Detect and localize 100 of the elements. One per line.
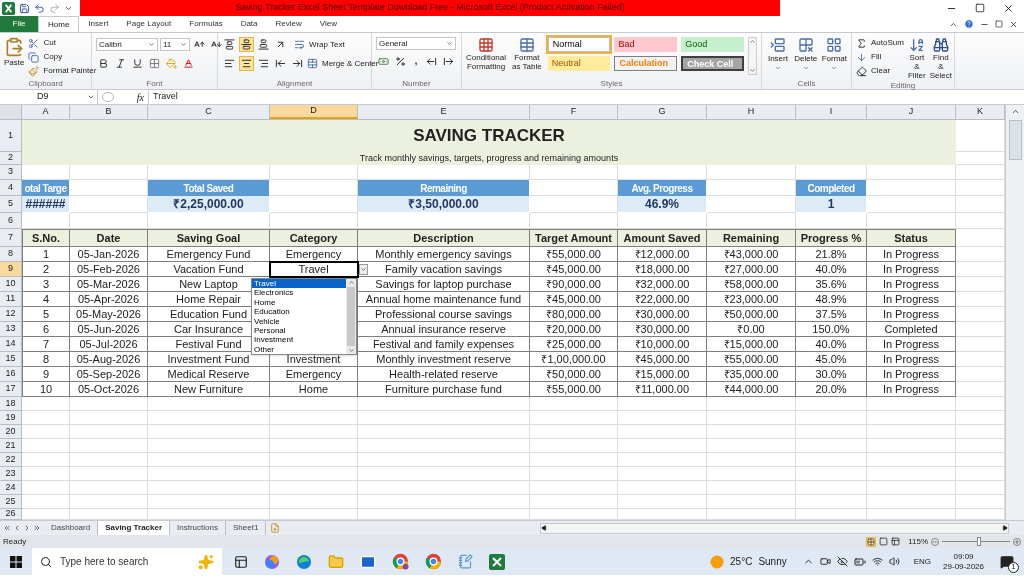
comma-style-button[interactable]: , — [410, 54, 422, 69]
paste-button[interactable]: Paste — [4, 37, 25, 78]
ribbon-tab[interactable]: Data — [231, 16, 267, 32]
column-header[interactable]: A — [22, 105, 70, 119]
column-header[interactable]: H — [707, 105, 796, 119]
spreadsheet-logo[interactable] — [2, 1, 15, 15]
eye-off-icon[interactable] — [836, 556, 848, 567]
row-number[interactable]: 1 — [0, 120, 22, 152]
number-format-field[interactable]: General — [376, 37, 456, 50]
next-sheet-icon[interactable] — [23, 524, 31, 532]
find-select-button[interactable]: Find & Select — [929, 37, 952, 80]
fill-color-button[interactable] — [164, 56, 179, 71]
battery-icon[interactable] — [853, 555, 866, 568]
cell-style-option[interactable]: Good — [681, 37, 744, 52]
row-number[interactable]: 21 — [0, 439, 22, 453]
dropdown-option[interactable]: Home — [252, 297, 346, 308]
row-number[interactable]: 7 — [0, 229, 22, 247]
page-break-view-icon[interactable] — [891, 537, 901, 546]
row-number[interactable]: 4 — [0, 180, 22, 196]
previous-sheet-icon[interactable] — [13, 524, 21, 532]
row-number[interactable]: 8 — [0, 247, 22, 262]
camera-icon[interactable] — [819, 556, 831, 567]
row-number[interactable]: 14 — [0, 337, 22, 352]
column-header[interactable]: G — [618, 105, 707, 119]
percent-button[interactable] — [393, 54, 408, 69]
ribbon-tab[interactable]: View — [310, 16, 346, 32]
row-number[interactable]: 9 — [0, 262, 22, 277]
borders-button[interactable] — [147, 56, 162, 71]
font-size-field[interactable]: 11 — [160, 38, 190, 51]
conditional-formatting-button[interactable]: Conditional Formatting — [466, 37, 506, 78]
close-icon[interactable] — [1003, 2, 1014, 14]
delete-button[interactable]: Delete — [793, 37, 818, 78]
clear-button[interactable]: Clear — [856, 65, 904, 77]
row-number[interactable]: 20 — [0, 425, 22, 439]
restore-icon[interactable] — [975, 2, 985, 13]
zoom-in-icon[interactable] — [1013, 537, 1021, 546]
column-header[interactable]: D — [270, 105, 358, 119]
clock[interactable]: 09:09 29-09-2026 — [943, 551, 984, 572]
assistant-icon[interactable] — [264, 553, 280, 570]
selected-cell[interactable]: Travel — [270, 262, 358, 277]
dropdown-option[interactable]: Education — [252, 307, 346, 317]
browser-icon[interactable] — [392, 553, 409, 570]
horizontal-align-button[interactable] — [239, 56, 254, 71]
row-number[interactable]: 11 — [0, 292, 22, 307]
dropdown-scrollbar[interactable] — [346, 279, 356, 354]
last-sheet-icon[interactable] — [33, 524, 41, 532]
vertical-align-button[interactable] — [239, 37, 254, 52]
row-number[interactable]: 6 — [0, 213, 22, 229]
cut-button[interactable]: Cut — [28, 37, 97, 49]
ribbon-tab[interactable]: Formulas — [180, 16, 232, 32]
help-icon[interactable] — [964, 19, 974, 29]
ribbon-tab[interactable]: Review — [266, 16, 311, 32]
first-sheet-icon[interactable] — [3, 524, 11, 532]
ribbon-tab[interactable]: Insert — [79, 16, 118, 32]
row-number[interactable]: 17 — [0, 382, 22, 397]
format-as-table-button[interactable]: Format as Table — [510, 37, 544, 78]
start-icon[interactable] — [10, 555, 22, 568]
vertical-align-button[interactable] — [256, 37, 271, 52]
ribbon-tab[interactable]: File — [0, 16, 38, 32]
cell-style-option[interactable]: Neutral — [547, 56, 611, 71]
restore-icon[interactable] — [995, 20, 1003, 28]
task-view-icon[interactable] — [234, 554, 248, 569]
format-button[interactable]: Format — [821, 37, 847, 78]
row-number[interactable]: 22 — [0, 453, 22, 467]
volume-icon[interactable] — [888, 556, 900, 567]
row-number[interactable]: 13 — [0, 322, 22, 337]
name-box[interactable]: D9 — [0, 90, 98, 104]
merge-center-button[interactable]: Merge & Center — [307, 57, 379, 70]
spreadsheet-app-icon[interactable] — [489, 553, 505, 570]
wifi-icon[interactable] — [871, 556, 883, 567]
column-header[interactable]: E — [358, 105, 530, 119]
horizontal-scrollbar[interactable] — [540, 522, 1009, 534]
row-number[interactable]: 10 — [0, 277, 22, 292]
font-color-button[interactable] — [181, 56, 196, 71]
dropdown-list[interactable]: Travel Electronics Home Education Vehicle Personal Investment Other — [251, 278, 357, 355]
autosum-button[interactable]: AutoSum — [856, 37, 904, 49]
sheet-tab[interactable]: Saving Tracker — [98, 521, 171, 535]
scroll-thumb[interactable] — [1008, 120, 1022, 160]
row-number[interactable]: 12 — [0, 307, 22, 322]
row-number[interactable]: 24 — [0, 481, 22, 495]
column-header[interactable]: F — [530, 105, 618, 119]
column-header[interactable]: B — [70, 105, 148, 119]
taskbar-search-field[interactable]: Type here to search — [32, 548, 222, 575]
row-number[interactable]: 18 — [0, 397, 22, 411]
row-number[interactable]: 15 — [0, 352, 22, 367]
ribbon-tab[interactable]: Page Layout — [117, 16, 181, 32]
undo-icon[interactable] — [34, 2, 45, 14]
wrap-text-button[interactable]: Wrap Text — [294, 38, 345, 51]
cell-style-option[interactable]: Normal — [547, 37, 611, 52]
save-icon[interactable] — [19, 2, 30, 14]
language-indicator[interactable]: ENG — [913, 555, 932, 568]
row-number[interactable]: 25 — [0, 495, 22, 509]
row-number[interactable]: 3 — [0, 165, 22, 180]
ribbon-tab[interactable]: Home — [38, 16, 80, 32]
page-layout-view-icon[interactable] — [879, 537, 889, 546]
column-header[interactable]: I — [796, 105, 867, 119]
font-name-field[interactable]: Calibri — [96, 38, 158, 51]
close-icon[interactable] — [1009, 19, 1018, 29]
zoom-thumb[interactable] — [977, 537, 982, 546]
vertical-align-button[interactable] — [222, 37, 237, 52]
